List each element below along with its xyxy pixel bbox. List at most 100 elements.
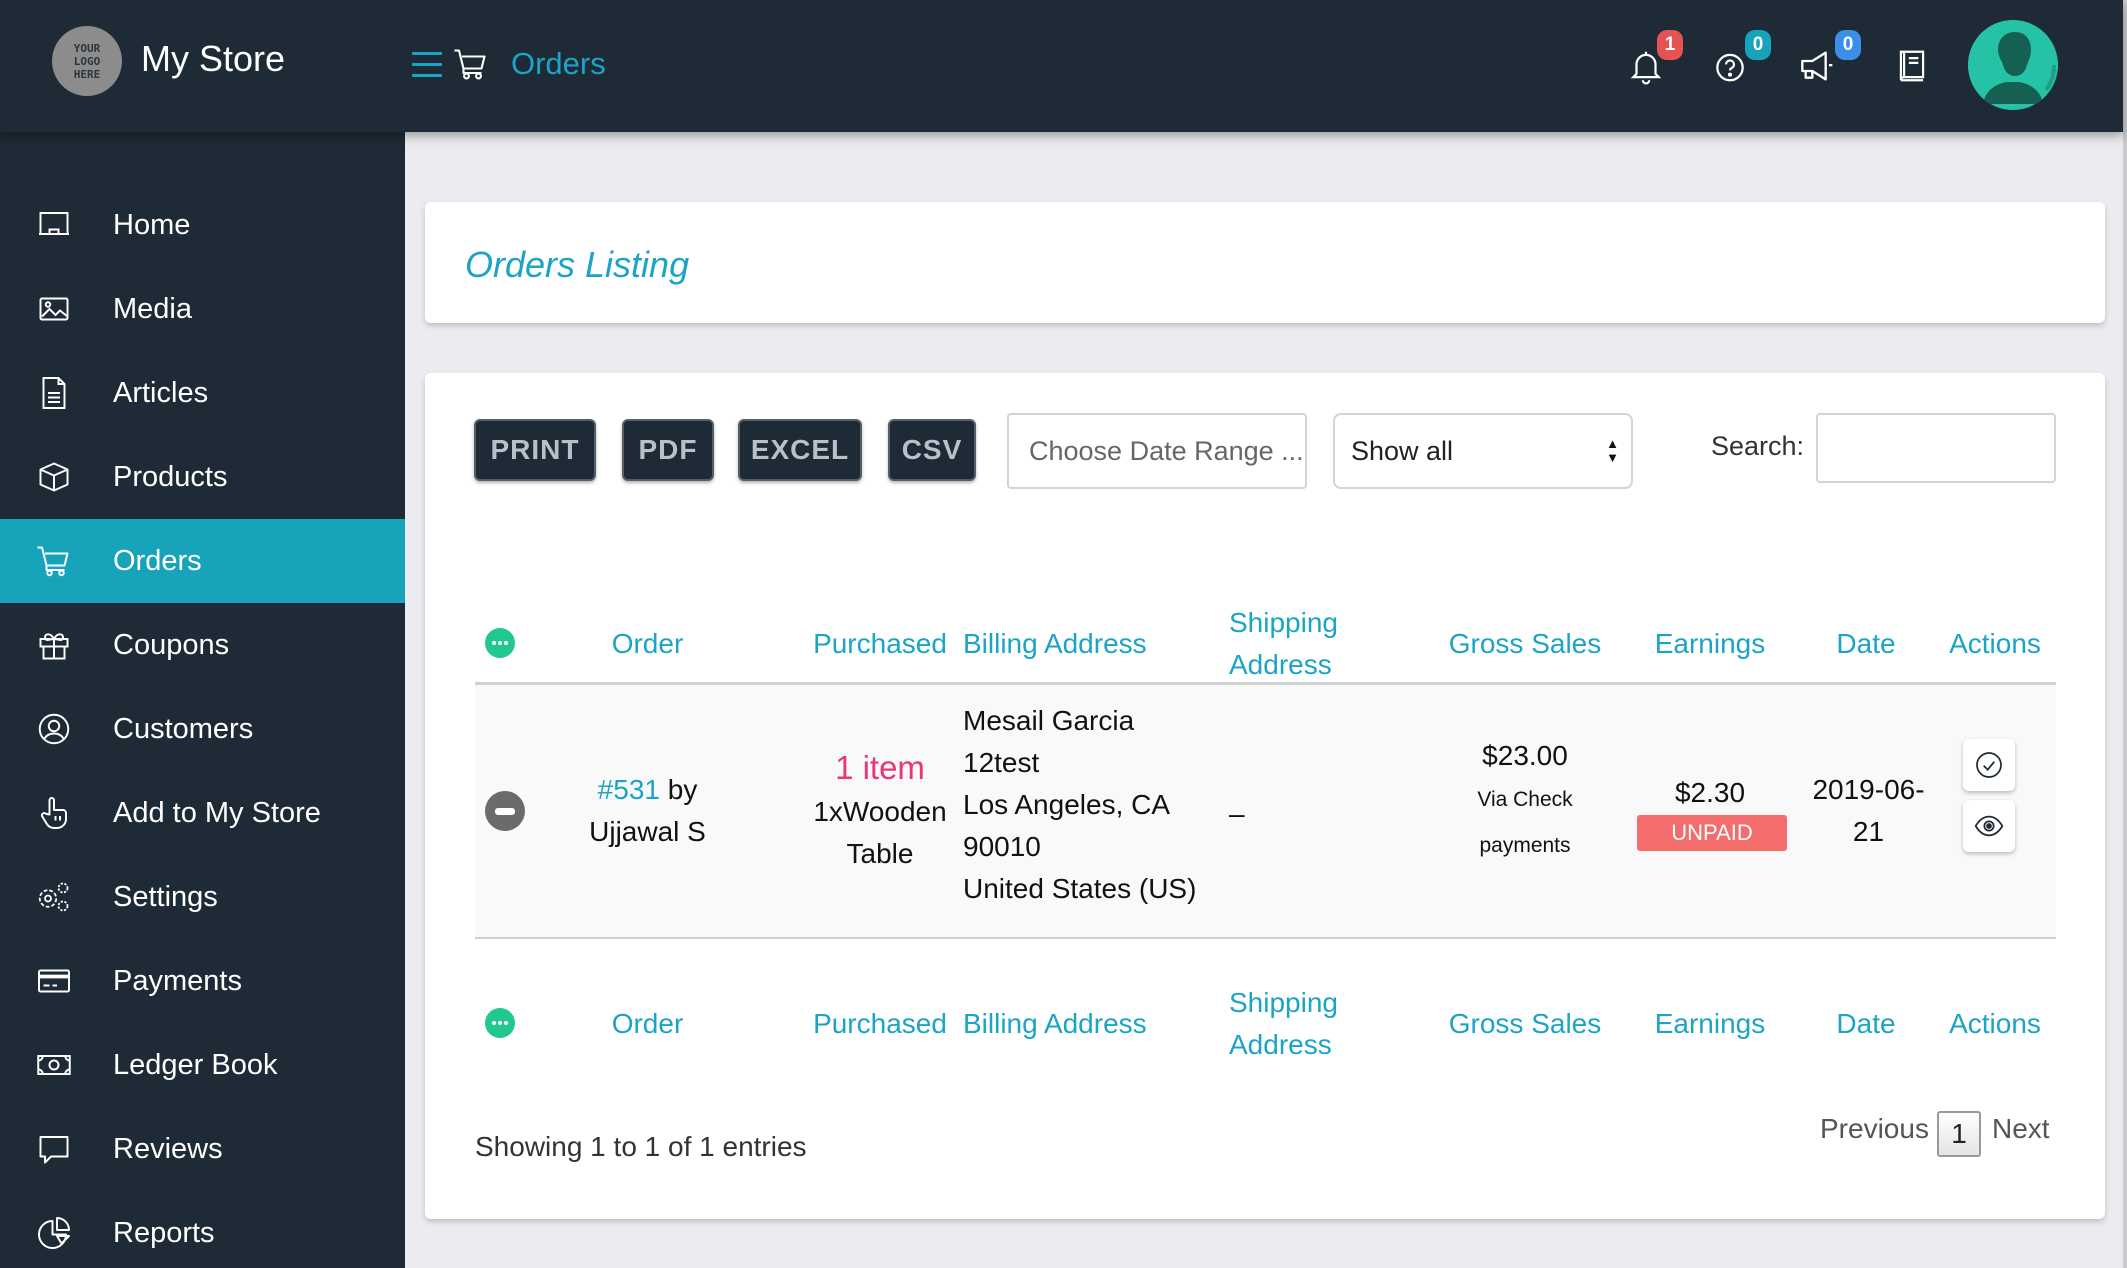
order-cell: #531 by Ujjawal S: [565, 769, 730, 853]
column-header-date[interactable]: Date: [1811, 623, 1921, 665]
column-header-order[interactable]: Order: [575, 623, 720, 665]
next-page-button[interactable]: Next: [1992, 1113, 2050, 1145]
view-order-button[interactable]: [1963, 800, 2015, 852]
footer-header-purchased: Purchased: [813, 1008, 947, 1039]
cart-icon: [453, 46, 489, 82]
expand-all-icon[interactable]: [485, 1008, 515, 1038]
billing-line: 12test: [963, 747, 1040, 778]
footer-header-gross-sales: Gross Sales: [1448, 1008, 1602, 1039]
mark-complete-button[interactable]: [1963, 739, 2015, 791]
sidebar-item-label: Customers: [113, 712, 254, 745]
column-header-gross-sales[interactable]: Gross Sales: [1425, 623, 1625, 665]
book-icon[interactable]: [1893, 46, 1931, 86]
page-1-button[interactable]: 1: [1937, 1111, 1981, 1157]
select-arrows-icon: ▲ ▼: [1606, 436, 1619, 465]
column-header-purchased[interactable]: Purchased: [775, 623, 985, 665]
footer-header-billing-address: Billing Address: [963, 1008, 1147, 1039]
order-id-link[interactable]: #531: [598, 774, 660, 805]
csv-button[interactable]: CSV: [888, 419, 976, 481]
sidebar-item-add-to-my-store[interactable]: Add to My Store: [0, 771, 405, 855]
sidebar-item-label: Reports: [113, 1216, 215, 1249]
sidebar-item-media[interactable]: Media: [0, 267, 405, 351]
item-count-link[interactable]: 1 item: [835, 749, 925, 786]
footer-header-earnings: Earnings: [1654, 1008, 1766, 1039]
date-range-placeholder: Choose Date Range ...: [1029, 435, 1304, 466]
sidebar-item-label: Home: [113, 208, 191, 241]
help-badge: 0: [1745, 30, 1771, 60]
sidebar-item-label: Products: [113, 460, 228, 493]
sidebar-item-home[interactable]: Home: [0, 183, 405, 267]
billing-address-cell: Mesail Garcia 12test Los Angeles, CA 900…: [963, 700, 1223, 910]
sidebar-item-coupons[interactable]: Coupons: [0, 603, 405, 687]
sidebar-item-label: Reviews: [113, 1132, 223, 1165]
logo-text: YOUR: [73, 41, 101, 55]
billing-line: Mesail Garcia: [963, 705, 1135, 736]
sidebar-item-payments[interactable]: Payments: [0, 939, 405, 1023]
order-by-text: by: [667, 774, 698, 805]
help-icon[interactable]: [1711, 46, 1749, 86]
sidebar-item-ledger-book[interactable]: Ledger Book: [0, 1023, 405, 1107]
orders-card: PRINT PDF EXCEL CSV Choose Date Range ..…: [425, 373, 2105, 1219]
search-input[interactable]: [1816, 413, 2056, 483]
menu-toggle-icon[interactable]: [412, 52, 442, 78]
date-range-input[interactable]: Choose Date Range ...: [1007, 413, 1307, 489]
store-logo[interactable]: YOUR LOGO HERE: [52, 26, 122, 96]
column-header-earnings[interactable]: Earnings: [1625, 623, 1795, 665]
row-divider: [475, 937, 2056, 939]
eye-icon: [1974, 815, 2004, 837]
image-icon: [34, 291, 74, 327]
collapse-row-icon[interactable]: [485, 791, 525, 831]
megaphone-icon[interactable]: [1799, 46, 1839, 86]
sidebar-item-reports[interactable]: Reports: [0, 1191, 405, 1268]
pie-chart-icon: [34, 1215, 74, 1251]
print-button[interactable]: PRINT: [474, 419, 596, 481]
document-icon: [34, 375, 74, 411]
sidebar-item-articles[interactable]: Articles: [0, 351, 405, 435]
sidebar-item-orders[interactable]: Orders: [0, 519, 405, 603]
footer-header-actions: Actions: [1949, 1008, 2041, 1039]
cart-icon: [34, 543, 74, 579]
store-name[interactable]: My Store: [141, 38, 285, 80]
window-edge: [2123, 0, 2127, 1268]
item-name: 1xWooden Table: [813, 796, 947, 869]
sidebar-item-reviews[interactable]: Reviews: [0, 1107, 405, 1191]
sidebar-item-label: Add to My Store: [113, 796, 321, 829]
sidebar-item-label: Articles: [113, 376, 209, 409]
sidebar-item-label: Coupons: [113, 628, 230, 661]
shipping-address-cell: –: [1229, 798, 1245, 829]
column-header-actions: Actions: [1949, 628, 2041, 659]
notification-badge: 1: [1657, 30, 1683, 60]
hand-pointer-icon: [34, 795, 74, 831]
footer-header-order: Order: [611, 1008, 684, 1039]
search-label: Search:: [1711, 431, 1805, 461]
gift-icon: [34, 627, 74, 663]
footer-header-date: Date: [1836, 1008, 1896, 1039]
sidebar-item-settings[interactable]: Settings: [0, 855, 405, 939]
previous-page-button[interactable]: Previous: [1820, 1113, 1929, 1145]
pdf-button[interactable]: PDF: [622, 419, 714, 481]
column-header-billing-address[interactable]: Billing Address: [963, 623, 1198, 665]
comment-icon: [34, 1131, 74, 1167]
credit-card-icon: [34, 963, 74, 999]
gross-sales-value: $23.00: [1482, 740, 1568, 771]
expand-all-icon[interactable]: [485, 628, 515, 658]
column-header-shipping-address[interactable]: Shipping Address: [1229, 602, 1369, 686]
billing-line: 90010: [963, 831, 1041, 862]
status-filter-select[interactable]: Show all ▲ ▼: [1333, 413, 1633, 489]
purchased-cell: 1 item 1xWooden Table: [775, 747, 985, 875]
sidebar-item-customers[interactable]: Customers: [0, 687, 405, 771]
billing-line: Los Angeles, CA: [963, 789, 1171, 820]
footer-header-shipping-address: Shipping Address: [1229, 987, 1338, 1060]
sidebar-item-label: Ledger Book: [113, 1048, 278, 1081]
logo-text: HERE: [73, 67, 101, 81]
excel-button[interactable]: EXCEL: [738, 419, 862, 481]
logo-text: LOGO: [73, 54, 101, 68]
user-avatar[interactable]: [1968, 20, 2058, 110]
date-cell: 2019-06-21: [1812, 774, 1925, 847]
gross-sales-cell: $23.00 Via Check payments: [1425, 735, 1625, 869]
sidebar-item-label: Settings: [113, 880, 218, 913]
billing-line: United States (US): [963, 873, 1197, 904]
page-title: Orders Listing: [465, 244, 690, 285]
announcement-badge: 0: [1835, 30, 1861, 60]
sidebar-item-products[interactable]: Products: [0, 435, 405, 519]
